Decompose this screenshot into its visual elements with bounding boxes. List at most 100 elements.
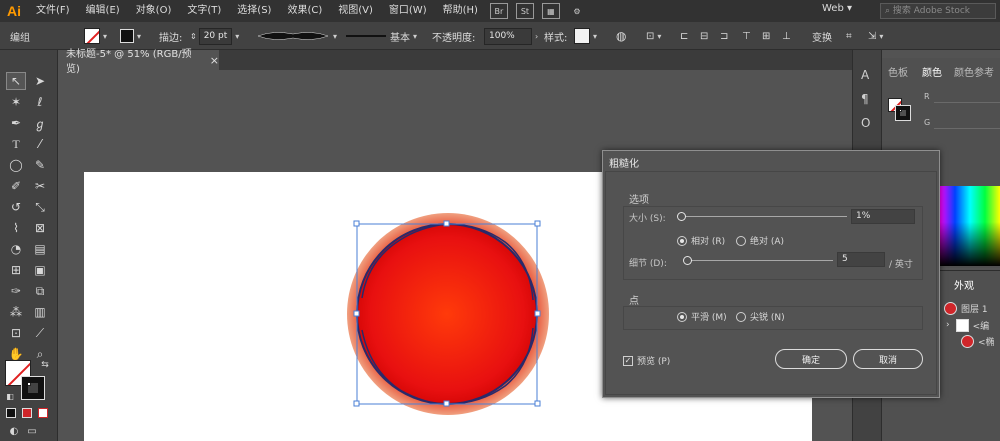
selection-handle[interactable] [353,310,360,317]
detail-slider-track[interactable] [687,260,833,261]
type-tool-icon[interactable]: T [6,135,26,153]
size-slider-knob[interactable] [677,212,686,221]
shape-builder-tool-icon[interactable]: ◔ [6,240,26,258]
panel-menu-icon[interactable]: ⇲ ▾ [868,22,883,50]
graph-tool-icon[interactable]: ▥ [30,303,50,321]
selection-handle[interactable] [534,310,541,317]
isolate-group-icon[interactable]: ⌗ [846,22,852,50]
selection-tool-icon[interactable]: ↖ [6,72,26,90]
magic-wand-tool-icon[interactable]: ✶ [6,93,26,111]
stock-button[interactable]: St [515,3,534,19]
ok-button[interactable]: 确定 [775,349,847,369]
menu-type[interactable]: 文字(T) [179,0,229,22]
arrange-documents-icon[interactable]: ▦ [541,3,560,19]
size-slider-track[interactable] [681,216,847,217]
selection-handle[interactable] [443,400,450,407]
stroke-swatch-large[interactable] [21,376,45,400]
none-mode-icon[interactable] [38,408,48,418]
menu-help[interactable]: 帮助(H) [435,0,486,22]
workspace-switcher[interactable]: Web ▾ [822,3,852,14]
recolor-artwork-icon[interactable]: ◍ [616,22,626,50]
direct-selection-tool-icon[interactable]: ➤ [30,72,50,90]
align-right-icon[interactable]: ⊐ [720,22,728,50]
menu-effect[interactable]: 效果(C) [279,0,330,22]
align-bottom-icon[interactable]: ⊥ [782,22,791,50]
align-center-icon[interactable]: ⊟ [700,22,708,50]
channel-g-slider[interactable] [934,128,1000,129]
cancel-button[interactable]: 取消 [853,349,923,369]
chevron-down-icon[interactable]: ▾ [235,32,239,41]
graphic-style-swatch[interactable]: ▾ [574,22,597,50]
align-top-icon[interactable]: ⊤ [742,22,751,50]
rotate-tool-icon[interactable]: ↺ [6,198,26,216]
selection-handle[interactable] [534,220,541,227]
channel-r-slider[interactable] [934,102,1000,103]
menu-object[interactable]: 对象(O) [128,0,180,22]
relative-radio[interactable]: 相对 (R) [677,234,725,247]
free-transform-tool-icon[interactable]: ⊠ [30,219,50,237]
gradient-mode-icon[interactable] [22,408,32,418]
gpu-rocket-icon[interactable]: ⚙ [568,3,586,19]
absolute-radio[interactable]: 绝对 (A) [736,234,784,247]
variable-width-profile[interactable]: ▾ [256,22,337,50]
smooth-radio[interactable]: 平滑 (M) [677,310,727,323]
color-spectrum[interactable] [940,186,1000,266]
draw-mode-icon[interactable]: ◐ [4,422,24,440]
tab-color-guide[interactable]: 颜色参考 [954,64,994,79]
menu-window[interactable]: 窗口(W) [381,0,435,22]
curvature-tool-icon[interactable]: ℊ [30,114,50,132]
stroke-weight-input[interactable]: 20 pt [198,27,233,45]
character-panel-icon[interactable]: A [861,68,869,82]
selection-handle[interactable] [353,220,360,227]
scissors-tool-icon[interactable]: ✂ [30,177,50,195]
shaper-tool-icon[interactable]: ✐ [6,177,26,195]
gradient-tool-icon[interactable]: ▣ [30,261,50,279]
selection-handle[interactable] [443,220,450,227]
document-tab[interactable]: 未标题-5* @ 51% (RGB/预览) × [58,49,220,75]
align-middle-icon[interactable]: ⊞ [762,22,770,50]
selection-handle[interactable] [353,400,360,407]
eyedropper-tool-icon[interactable]: ✑ [6,282,26,300]
transform-link[interactable]: 变换 [812,22,832,50]
layer-sublayer-row[interactable]: › <编 [946,317,989,333]
screen-mode-icon[interactable]: ▭ [22,422,42,440]
stock-search-input[interactable]: ⌕ 搜索 Adobe Stock [880,3,996,19]
paragraph-panel-icon[interactable]: ¶ [861,92,869,106]
menu-select[interactable]: 选择(S) [229,0,279,22]
artboard-tool-icon[interactable]: ⊡ [6,324,26,342]
layer-row[interactable]: 图层 1 [944,300,988,316]
menu-file[interactable]: 文件(F) [28,0,78,22]
mesh-tool-icon[interactable]: ⊞ [6,261,26,279]
detail-slider-knob[interactable] [683,256,692,265]
chevron-right-icon[interactable]: › [535,32,538,41]
slice-tool-icon[interactable]: ⟋ [30,324,50,342]
warp-tool-icon[interactable]: ⌇ [6,219,26,237]
brush-definition[interactable]: 基本 ▾ [346,22,417,50]
preview-checkbox[interactable]: ✓ 预览 (P) [623,354,670,367]
scale-tool-icon[interactable]: ⤡ [30,198,50,216]
opacity-input[interactable]: 100% [484,27,532,45]
stepper-icon[interactable]: ⇕ [190,32,197,41]
detail-input[interactable]: 5 [837,252,885,267]
swap-colors-icon[interactable]: ⇆ [38,358,52,372]
pen-tool-icon[interactable]: ✒ [6,114,26,132]
color-mode-icon[interactable] [6,408,16,418]
menu-edit[interactable]: 编辑(E) [78,0,128,22]
align-to-selection-icon[interactable]: ⊡ ▾ [646,22,661,50]
default-colors-icon[interactable]: ◧ [4,390,16,402]
size-input[interactable]: 1% [851,209,915,224]
tab-color[interactable]: 颜色 [922,64,942,79]
symbol-sprayer-tool-icon[interactable]: ⁂ [6,303,26,321]
line-segment-tool-icon[interactable]: ⁄ [30,135,50,153]
tab-appearance[interactable]: 外观 [954,277,974,292]
ellipse-tool-icon[interactable]: ◯ [6,156,26,174]
align-left-icon[interactable]: ⊏ [680,22,688,50]
selection-handle[interactable] [534,400,541,407]
blend-tool-icon[interactable]: ⧉ [30,282,50,300]
paintbrush-tool-icon[interactable]: ✎ [30,156,50,174]
bridge-button[interactable]: Br [489,3,508,19]
menu-view[interactable]: 视图(V) [330,0,381,22]
panel-stroke-swatch[interactable] [895,105,911,121]
close-icon[interactable]: × [210,54,219,67]
chevron-right-icon[interactable]: › [946,320,950,330]
